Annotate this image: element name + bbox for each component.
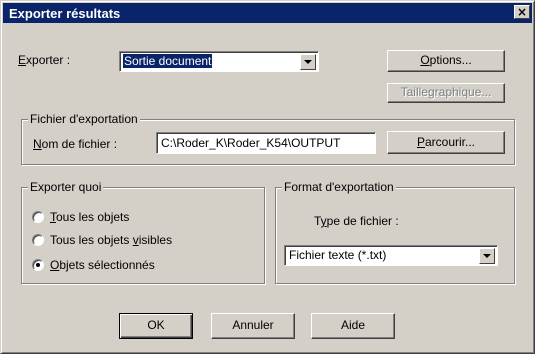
radio-button-checked[interactable] — [32, 259, 44, 271]
export-dropdown[interactable]: Sortie document — [119, 51, 319, 72]
filename-field[interactable]: C:\Roder_K\Roder_K54\OUTPUT — [156, 132, 376, 154]
chevron-down-icon[interactable] — [300, 54, 316, 70]
window-title: Exporter résultats — [9, 6, 121, 21]
export-format-group-title: Format d'exportation — [282, 180, 396, 194]
close-icon: × — [516, 5, 528, 19]
export-label: Exporter : — [18, 53, 71, 67]
export-results-dialog: Exporter résultats × Exporter : Sortie d… — [0, 0, 535, 354]
filename-label: Nom de fichier : — [33, 137, 118, 151]
file-type-label: Type de fichier : — [314, 214, 399, 228]
radio-button[interactable] — [32, 211, 44, 223]
ok-button[interactable]: OK — [119, 313, 193, 339]
chevron-down-icon[interactable] — [479, 248, 495, 264]
browse-button[interactable]: Parcourir... — [387, 131, 505, 154]
export-file-group-title: Fichier d'exportation — [28, 112, 140, 126]
export-what-group-title: Exporter quoi — [28, 180, 104, 194]
export-dropdown-value: Sortie document — [123, 54, 213, 68]
filename-value: C:\Roder_K\Roder_K54\OUTPUT — [161, 136, 341, 150]
file-type-dropdown[interactable]: Fichier texte (*.txt) — [284, 245, 498, 266]
cancel-button[interactable]: Annuler — [211, 313, 295, 339]
export-format-group: Format d'exportation Type de fichier : F… — [275, 180, 515, 284]
radio-button[interactable] — [32, 234, 44, 246]
options-button[interactable]: Options... — [387, 50, 505, 72]
file-type-value: Fichier texte (*.txt) — [289, 248, 387, 262]
help-button[interactable]: Aide — [311, 313, 395, 339]
title-bar[interactable]: Exporter résultats × — [3, 3, 532, 23]
export-what-group: Exporter quoi Tous les objets Tous les o… — [21, 180, 265, 284]
graph-size-button[interactable]: Taille graphique... — [387, 83, 505, 103]
close-button[interactable]: × — [514, 5, 530, 19]
